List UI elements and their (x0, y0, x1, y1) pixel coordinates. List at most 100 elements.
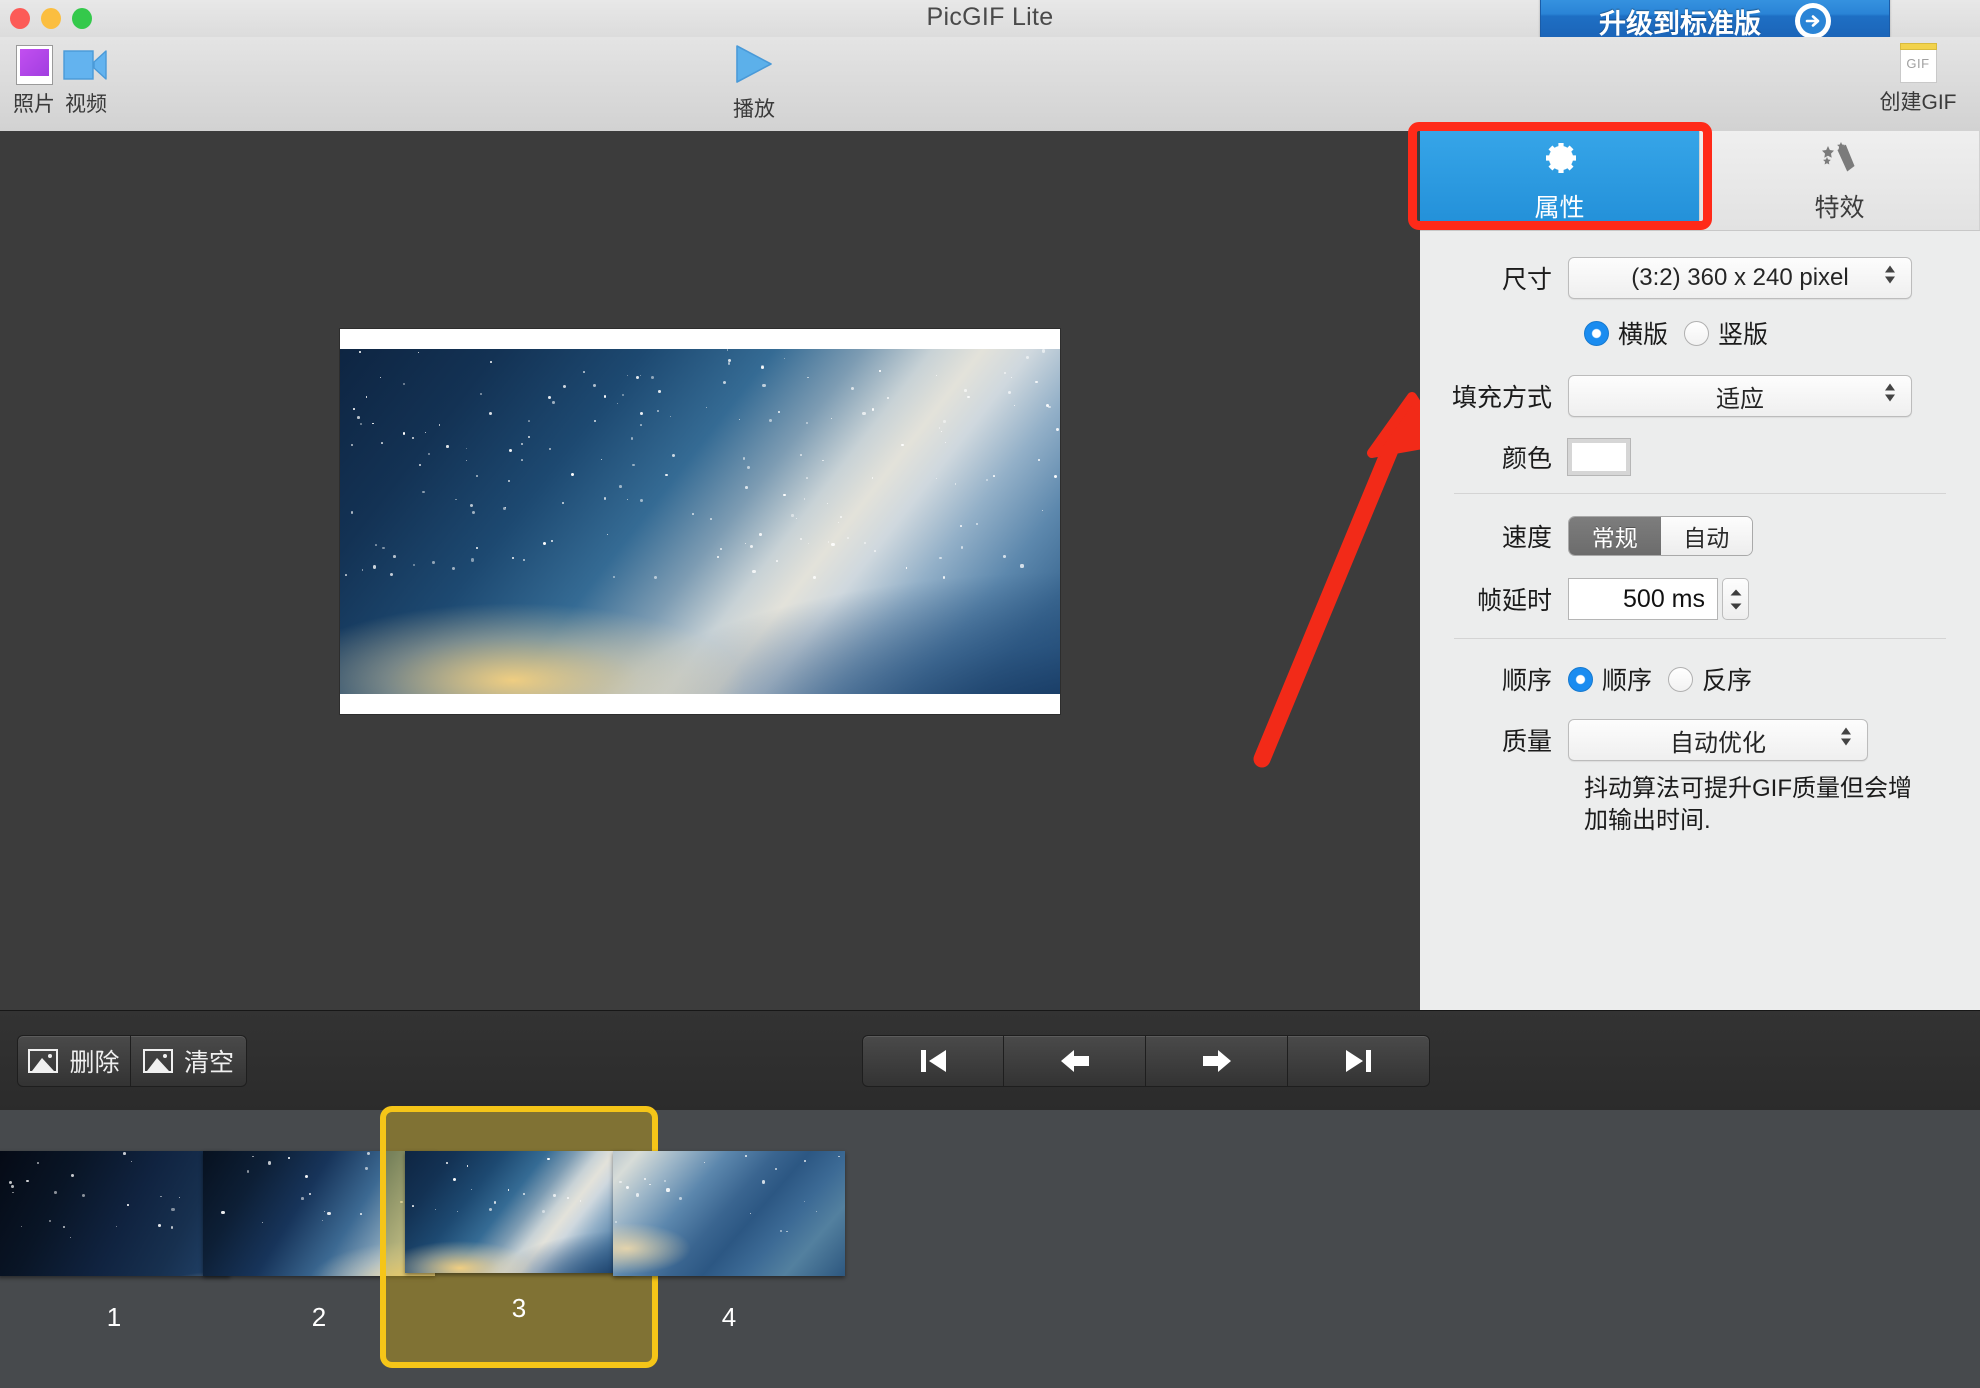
color-swatch[interactable] (1567, 438, 1631, 476)
preview-canvas (0, 131, 1445, 1010)
chevron-down-icon (1730, 603, 1741, 609)
gear-icon (1540, 138, 1580, 183)
divider (1454, 638, 1946, 639)
previous-frame-button[interactable] (1004, 1035, 1146, 1087)
panel-tabs: 属性 特效 (1408, 122, 1980, 231)
play-icon (731, 43, 777, 90)
radio-dot (1584, 320, 1609, 346)
create-gif-label: 创建GIF (1879, 91, 1957, 114)
quality-select[interactable]: 自动优化 (1568, 719, 1868, 761)
quality-label: 质量 (1501, 728, 1552, 756)
orientation-radios: 横版 竖版 (1584, 315, 1980, 351)
frame-toolbar: 删除 清空 (0, 1010, 1980, 1111)
speed-label: 速度 (1501, 524, 1552, 552)
tab-effects[interactable]: 特效 (1700, 131, 1980, 230)
arrow-left-icon (1060, 1050, 1089, 1072)
speed-row: 速度 常规 自动 (1420, 516, 1980, 556)
next-frame-button[interactable] (1146, 1035, 1288, 1087)
preview-frame (340, 329, 1060, 714)
frame-filmstrip: 1 2 3 4 (0, 1106, 1980, 1388)
size-select-value: (3:2) 360 x 240 pixel (1631, 264, 1849, 291)
image-icon (142, 1049, 173, 1073)
quality-select-value: 自动优化 (1670, 729, 1766, 757)
fill-row: 填充方式 适应 (1420, 375, 1980, 417)
order-forward-radio[interactable]: 顺序 (1568, 661, 1652, 697)
order-reverse-radio[interactable]: 反序 (1668, 661, 1752, 697)
tab-properties-label: 属性 (1534, 193, 1585, 222)
tab-properties[interactable]: 属性 (1408, 122, 1712, 230)
add-video-button[interactable]: 视频 (55, 45, 117, 118)
clear-frames-button[interactable]: 清空 (131, 1035, 247, 1087)
size-label: 尺寸 (1501, 266, 1552, 294)
skip-forward-icon (1345, 1050, 1371, 1072)
frame-delay-control: 500 ms (1568, 578, 1749, 620)
order-label: 顺序 (1501, 667, 1552, 695)
fill-label: 填充方式 (1451, 384, 1552, 412)
video-camera-icon (63, 45, 109, 85)
photo-icon (15, 45, 53, 85)
frame-number: 3 (511, 1292, 527, 1323)
edit-button-group: 删除 清空 (17, 1035, 247, 1087)
clear-frames-label: 清空 (183, 1049, 234, 1077)
tab-effects-label: 特效 (1814, 193, 1865, 222)
size-select[interactable]: (3:2) 360 x 240 pixel (1568, 257, 1912, 299)
order-row: 顺序 顺序 反序 (1420, 661, 1980, 697)
annotation-arrow (1253, 392, 1445, 768)
order-forward-label: 顺序 (1602, 667, 1653, 695)
last-frame-button[interactable] (1288, 1035, 1430, 1087)
frame-delay-stepper[interactable] (1722, 578, 1749, 620)
divider (1454, 493, 1946, 494)
fill-select[interactable]: 适应 (1568, 375, 1912, 417)
create-gif-button[interactable]: GIF 创建GIF (1870, 43, 1966, 116)
chevron-updown-icon (1838, 725, 1854, 756)
fill-select-value: 适应 (1716, 385, 1764, 413)
quality-hint: 抖动算法可提升GIF质量但会增加输出时间. (1584, 775, 1912, 834)
orientation-landscape-radio[interactable]: 横版 (1584, 315, 1668, 351)
navigation-button-group (862, 1035, 1430, 1087)
frame-delay-label: 帧延时 (1476, 587, 1552, 615)
frame-thumbnail-image (613, 1151, 845, 1276)
first-frame-button[interactable] (862, 1035, 1004, 1087)
orientation-portrait-radio[interactable]: 竖版 (1684, 315, 1768, 351)
frame-delay-input[interactable]: 500 ms (1568, 578, 1718, 620)
play-button[interactable]: 播放 (722, 43, 786, 123)
main-toolbar: 照片 视频 播放 GIF 创建GIF (0, 37, 1980, 132)
speed-auto-option[interactable]: 自动 (1660, 517, 1752, 555)
radio-dot (1684, 320, 1710, 346)
delete-frame-label: 删除 (69, 1049, 120, 1077)
speed-segmented-control: 常规 自动 (1568, 516, 1753, 556)
add-photo-label: 照片 (13, 93, 55, 116)
preview-image (340, 349, 1060, 694)
orientation-landscape-label: 横版 (1618, 321, 1669, 349)
skip-back-icon (921, 1050, 946, 1072)
frame-number: 4 (721, 1302, 737, 1332)
order-reverse-label: 反序 (1702, 667, 1753, 695)
chevron-up-icon (1730, 589, 1741, 595)
gif-file-icon: GIF (1899, 43, 1937, 83)
image-icon (28, 1049, 59, 1073)
upgrade-button-label: 升级到标准版 (1599, 8, 1761, 39)
radio-dot (1568, 666, 1593, 692)
color-label: 颜色 (1501, 445, 1552, 473)
quality-row: 质量 自动优化 (1420, 719, 1980, 761)
frame-delay-row: 帧延时 500 ms (1420, 578, 1980, 620)
add-video-label: 视频 (65, 93, 107, 116)
frame-thumbnail-4[interactable]: 4 (595, 1124, 863, 1360)
chevron-updown-icon (1882, 263, 1898, 294)
properties-form: 尺寸 (3:2) 360 x 240 pixel 横版 竖版 填充方式 适应 颜… (1420, 231, 1980, 836)
properties-panel: 属性 特效 尺寸 (3:2) 360 x 240 pixel 横版 竖版 填充方… (1408, 122, 1980, 1010)
color-row: 颜色 (1420, 438, 1980, 476)
arrow-right-icon (1202, 1050, 1231, 1072)
title-bar: PicGIF Lite 升级到标准版 (0, 0, 1980, 44)
chevron-updown-icon (1882, 381, 1898, 412)
frame-number: 2 (311, 1302, 327, 1332)
frame-number: 1 (106, 1302, 122, 1332)
play-label: 播放 (733, 98, 775, 121)
size-row: 尺寸 (3:2) 360 x 240 pixel (1420, 257, 1980, 299)
picgif-window: PicGIF Lite 升级到标准版 照片 视频 播放 GIF 创建GIF 属性… (0, 0, 1980, 1388)
radio-dot (1668, 666, 1694, 692)
speed-normal-option[interactable]: 常规 (1569, 517, 1661, 555)
delete-frame-button[interactable]: 删除 (17, 1035, 131, 1087)
orientation-portrait-label: 竖版 (1718, 321, 1769, 349)
arrow-right-circle-icon (1795, 3, 1831, 39)
